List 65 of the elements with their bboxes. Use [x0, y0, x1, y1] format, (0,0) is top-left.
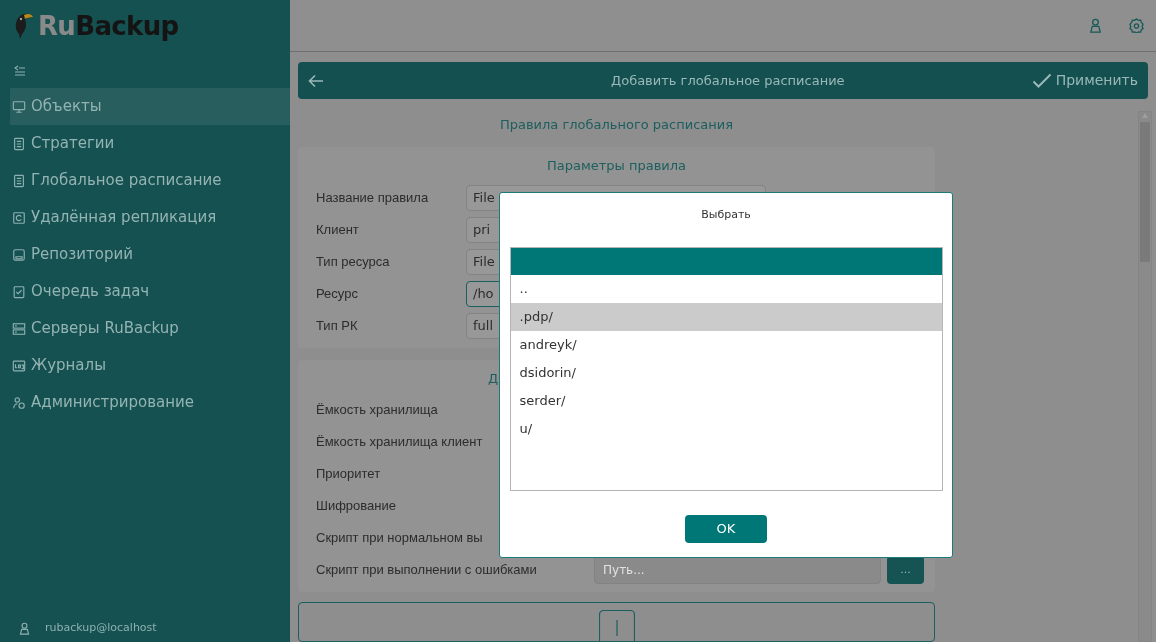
scroll-up-icon[interactable] — [1141, 112, 1149, 120]
apply-button[interactable]: Применить — [1031, 70, 1138, 91]
sidebar-item[interactable]: Удалённая репликация — [10, 199, 290, 236]
field-label: Тип РК — [316, 316, 359, 335]
sidebar-item[interactable]: Стратегии — [10, 125, 290, 162]
drive-icon — [12, 247, 26, 262]
check-icon — [1031, 72, 1052, 89]
field-label: Ёмкость хранилища клиент — [316, 433, 483, 452]
field-label: Приоритет — [316, 465, 381, 484]
file-list-item[interactable]: .pdp/ — [510, 302, 942, 331]
path-field[interactable]: Путь... — [594, 556, 881, 584]
admin-icon — [12, 395, 26, 410]
settings-icon[interactable] — [1129, 18, 1144, 33]
file-list-item[interactable]: u/ — [510, 414, 942, 443]
logo-text: RuBackup — [38, 9, 179, 43]
back-arrow-icon[interactable] — [308, 73, 324, 88]
field-label: Скрипт при нормальном вы — [316, 529, 484, 548]
plus-icon — [598, 610, 635, 642]
field-label: Ресурс — [316, 284, 359, 303]
collapse-menu-icon[interactable] — [14, 64, 26, 76]
sidebar-item-label: Стратегии — [31, 133, 115, 155]
sidebar-item-label: Удалённая репликация — [31, 207, 217, 229]
field-label: Шифрование — [316, 497, 396, 516]
sidebar-item[interactable]: Репозиторий — [10, 236, 290, 273]
sidebar-item[interactable]: Журналы — [10, 347, 290, 384]
sidebar-item-label: Объекты — [31, 96, 102, 118]
user-icon[interactable] — [1088, 18, 1103, 33]
ok-button[interactable]: OK — [685, 514, 767, 543]
sidebar-item-label: Администрирование — [31, 392, 195, 414]
add-rule-button[interactable] — [298, 602, 935, 642]
sidebar-item-label: Глобальное расписание — [31, 170, 222, 192]
log-icon — [12, 358, 26, 373]
field-label: Скрипт при выполнении с ошибками — [316, 561, 538, 580]
file-list-item[interactable]: .. — [510, 274, 942, 303]
replica-icon — [12, 210, 26, 225]
sidebar-item[interactable]: Очередь задач — [10, 273, 290, 310]
browse-button[interactable]: ... — [887, 556, 924, 584]
sidebar-item[interactable]: Серверы RuBackup — [10, 310, 290, 347]
sidebar-item-label: Очередь задач — [31, 281, 150, 303]
list-icon — [12, 173, 26, 188]
clipboard-icon — [12, 284, 26, 299]
sidebar-item-label: Репозиторий — [31, 244, 133, 266]
field-label: Тип ресурса — [316, 252, 391, 271]
sidebar-item[interactable]: Объекты — [10, 88, 290, 125]
sidebar-item-label: Серверы RuBackup — [31, 318, 179, 340]
dialog-title: Выбрать — [701, 207, 751, 223]
field-label: Ёмкость хранилища — [316, 401, 438, 420]
file-list-item[interactable]: andreyk/ — [510, 330, 942, 359]
scrollbar[interactable] — [1138, 111, 1152, 642]
field-label: Название правила — [316, 188, 430, 207]
doc-icon — [12, 136, 26, 151]
page-title: Добавить глобальное расписание — [610, 71, 846, 90]
form-title: Правила глобального расписания — [498, 116, 735, 134]
file-list-item[interactable]: dsidorin/ — [510, 358, 942, 387]
section-title: Параметры правила — [546, 157, 687, 175]
sidebar-item[interactable]: Администрирование — [10, 384, 290, 421]
user-name: rubackup@localhost — [45, 619, 157, 636]
server-icon — [12, 321, 26, 336]
sidebar-item[interactable]: Глобальное расписание — [10, 162, 290, 199]
section-title: Д — [488, 369, 499, 388]
field-label: Клиент — [316, 220, 360, 239]
user-icon[interactable] — [18, 621, 31, 635]
sidebar-item-label: Журналы — [31, 355, 106, 377]
file-list-item[interactable]: serder/ — [510, 386, 942, 415]
monitor-icon — [12, 99, 26, 114]
